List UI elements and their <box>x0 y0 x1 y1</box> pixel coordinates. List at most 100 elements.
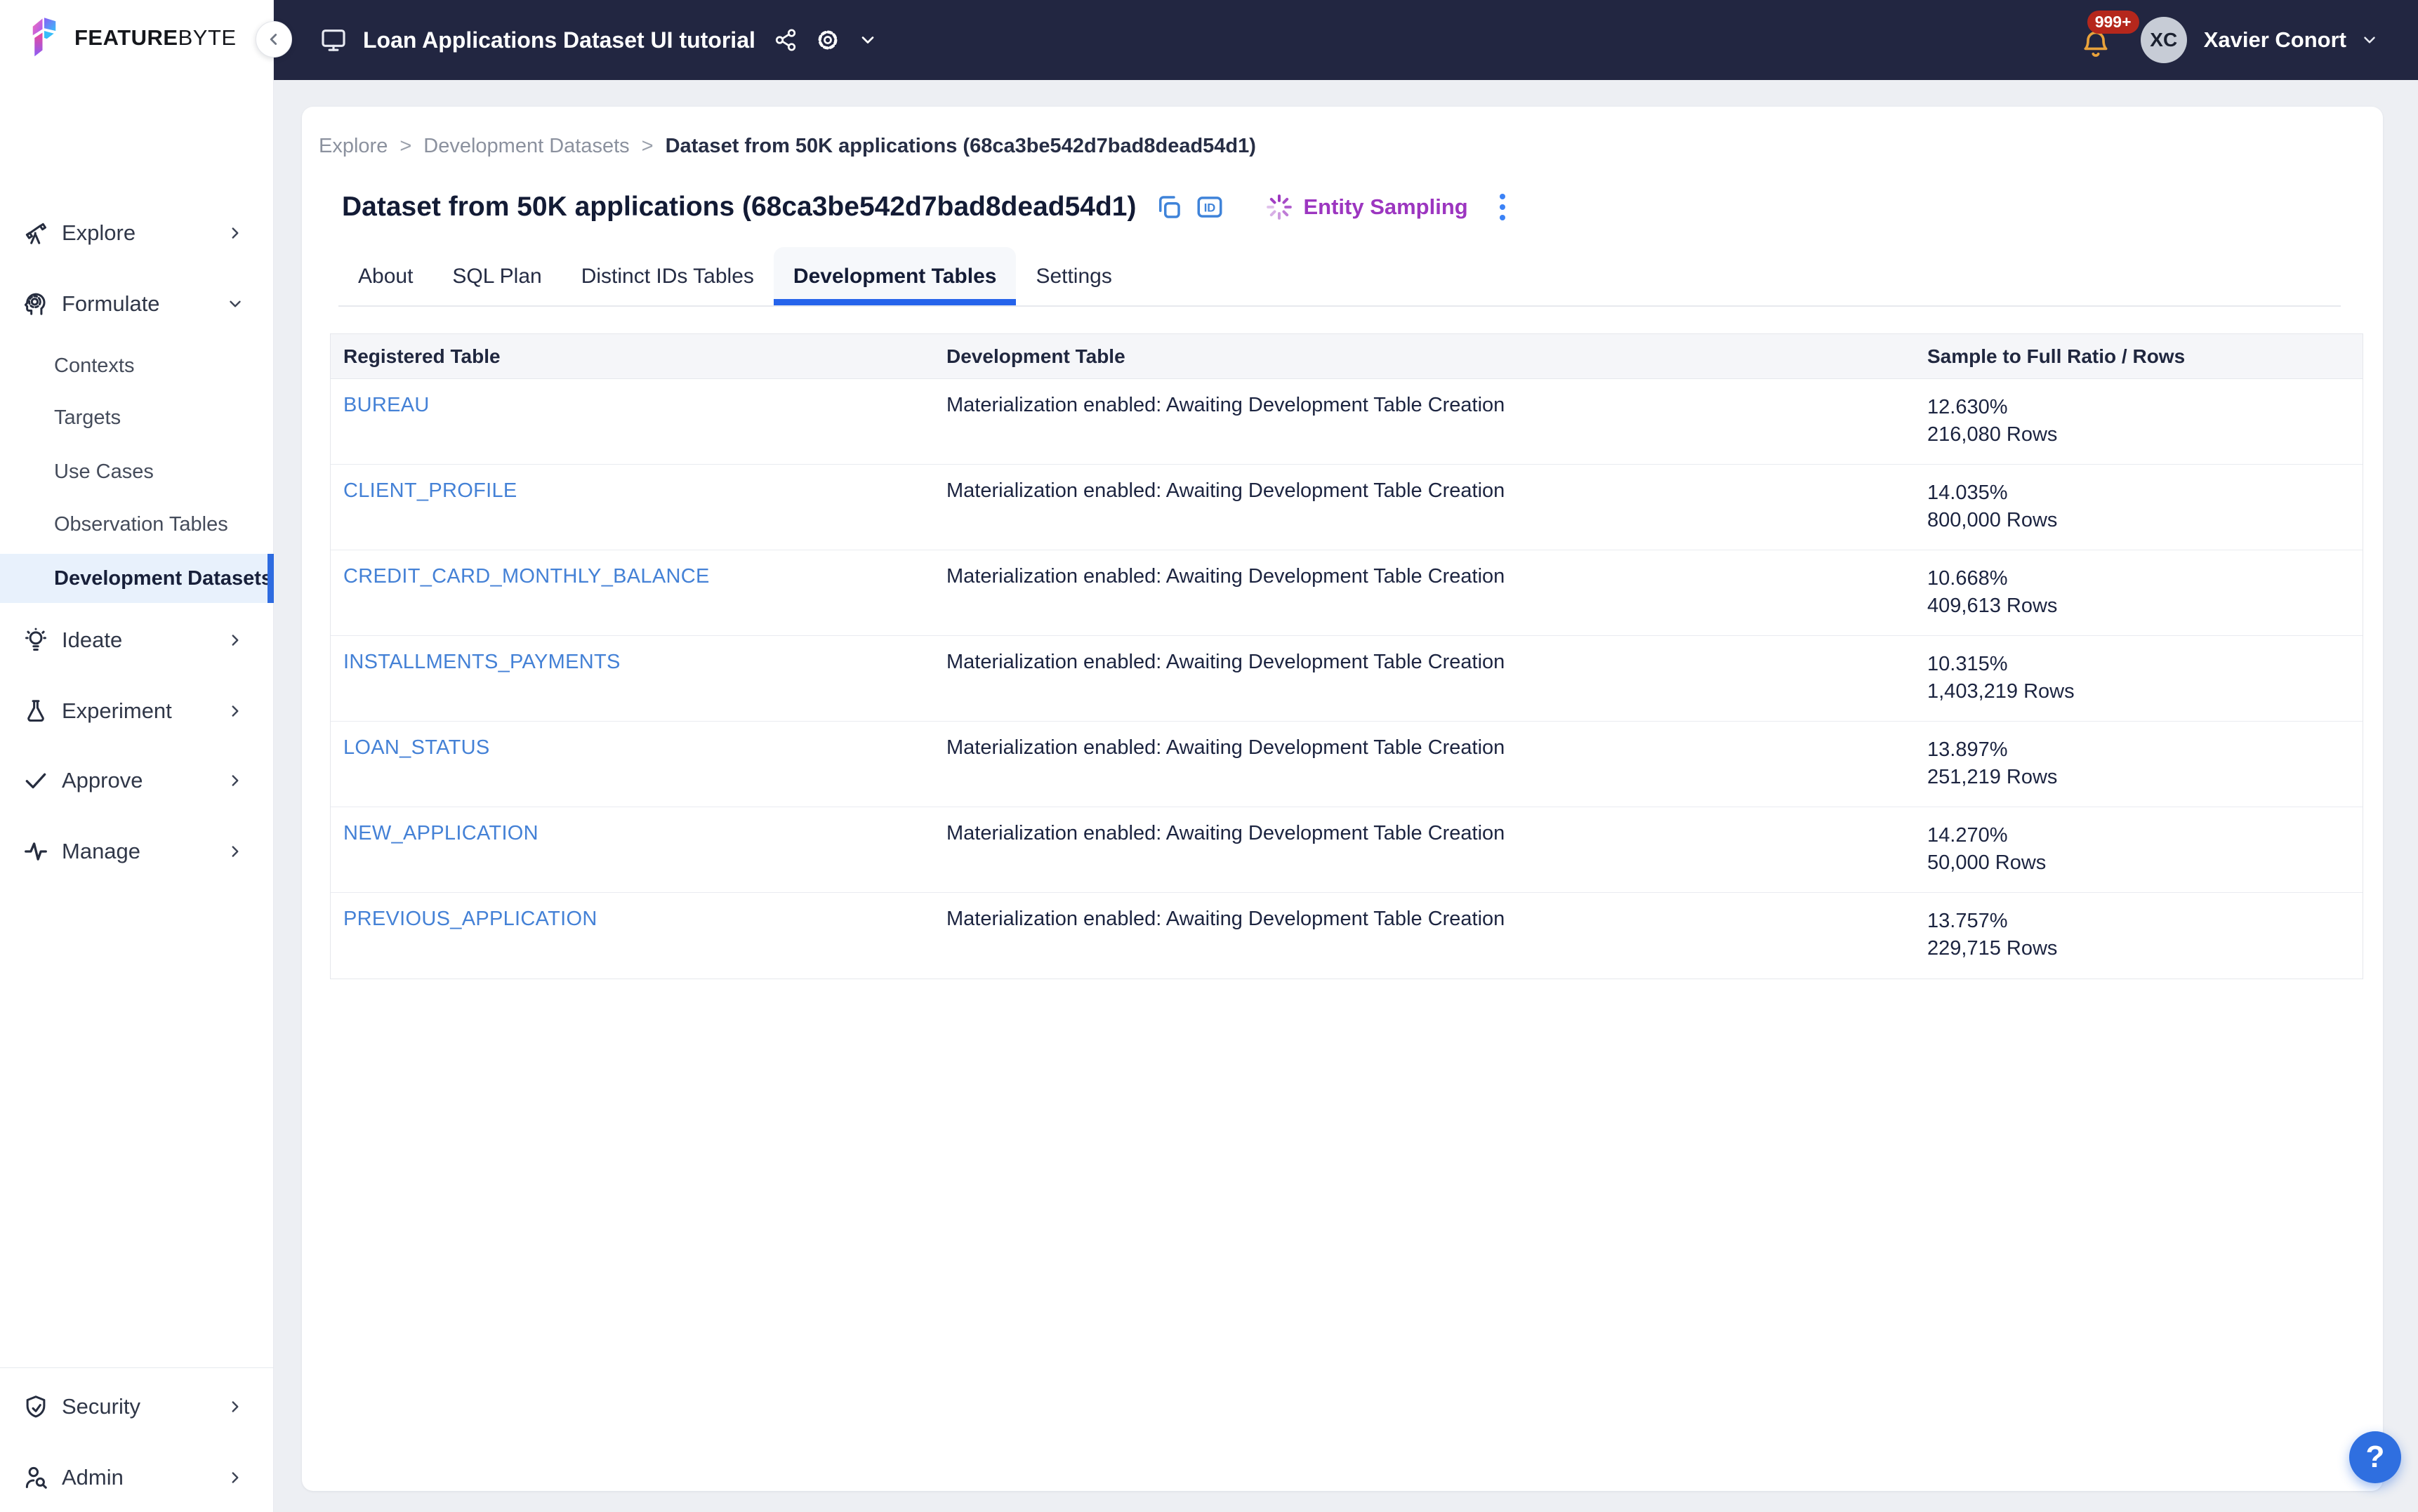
tab-distinct-ids-tables[interactable]: Distinct IDs Tables <box>562 247 774 305</box>
sidebar-item-formulate[interactable]: Formulate <box>0 279 274 329</box>
registered-table-link[interactable]: INSTALLMENTS_PAYMENTS <box>343 651 621 673</box>
development-table-status: Materialization enabled: Awaiting Develo… <box>946 394 1927 417</box>
tab-sql-plan[interactable]: SQL Plan <box>432 247 561 305</box>
workspace-menu-button[interactable] <box>858 28 882 52</box>
entity-sampling-label: Entity Sampling <box>1303 194 1467 220</box>
column-development-table: Development Table <box>946 345 1927 368</box>
user-search-icon <box>22 1464 49 1491</box>
sidebar-item-development-datasets[interactable]: Development Datasets <box>0 554 274 603</box>
settings-button[interactable] <box>816 28 840 52</box>
registered-table-link[interactable]: CLIENT_PROFILE <box>343 479 517 502</box>
row-count: 229,715 Rows <box>1927 937 2057 960</box>
sidebar-collapse-button[interactable] <box>256 21 292 58</box>
avatar[interactable]: XC <box>2141 17 2187 63</box>
development-table-status: Materialization enabled: Awaiting Develo… <box>946 736 1927 760</box>
sample-ratio: 10.668% <box>1927 567 2008 590</box>
sample-ratio: 12.630% <box>1927 396 2008 418</box>
spinner-icon <box>1265 193 1293 221</box>
check-icon <box>22 767 49 794</box>
breadcrumb-separator: > <box>399 135 411 158</box>
share-button[interactable] <box>774 28 798 52</box>
registered-table-link[interactable]: PREVIOUS_APPLICATION <box>343 908 597 930</box>
chevron-down-icon <box>858 30 878 50</box>
development-table-status: Materialization enabled: Awaiting Develo… <box>946 822 1927 845</box>
activity-icon <box>22 838 49 865</box>
registered-table-link[interactable]: NEW_APPLICATION <box>343 822 539 844</box>
registered-table-link[interactable]: CREDIT_CARD_MONTHLY_BALANCE <box>343 565 710 588</box>
tab-settings[interactable]: Settings <box>1016 247 1131 305</box>
chevron-right-icon <box>226 224 244 242</box>
table-row: PREVIOUS_APPLICATION Materialization ena… <box>331 893 2363 979</box>
table-row: CLIENT_PROFILE Materialization enabled: … <box>331 465 2363 550</box>
id-icon: ID <box>1195 192 1224 222</box>
topbar-right: 999+ XC Xavier Conort <box>2080 17 2379 63</box>
sidebar-item-observation-tables[interactable]: Observation Tables <box>0 500 274 549</box>
notifications-button[interactable]: 999+ <box>2080 20 2114 60</box>
row-count: 800,000 Rows <box>1927 509 2057 531</box>
breadcrumb-explore[interactable]: Explore <box>319 135 388 158</box>
row-count: 50,000 Rows <box>1927 851 2046 874</box>
chevron-left-icon <box>265 30 283 48</box>
flask-icon <box>22 698 49 724</box>
copy-icon <box>1154 192 1184 222</box>
sample-ratio: 13.757% <box>1927 910 2008 932</box>
active-item-indicator <box>267 554 274 603</box>
entity-sampling-button[interactable]: Entity Sampling <box>1265 193 1467 221</box>
workspace-title: Loan Applications Dataset UI tutorial <box>363 27 755 53</box>
sidebar-item-use-cases[interactable]: Use Cases <box>0 447 274 496</box>
development-tables-table: Registered Table Development Table Sampl… <box>330 333 2363 979</box>
help-button[interactable]: ? <box>2349 1431 2401 1483</box>
sidebar-item-approve[interactable]: Approve <box>0 756 274 805</box>
more-actions-button[interactable] <box>1496 191 1509 223</box>
table-row: INSTALLMENTS_PAYMENTS Materialization en… <box>331 636 2363 722</box>
table-row: LOAN_STATUS Materialization enabled: Awa… <box>331 722 2363 807</box>
user-name[interactable]: Xavier Conort <box>2204 27 2346 53</box>
user-menu-button[interactable] <box>2360 31 2379 49</box>
registered-table-link[interactable]: LOAN_STATUS <box>343 736 490 759</box>
notification-badge: 999+ <box>2087 11 2139 34</box>
sample-ratio: 14.035% <box>1927 482 2008 504</box>
sidebar-item-ideate[interactable]: Ideate <box>0 616 274 665</box>
chevron-down-icon <box>226 295 244 313</box>
sidebar-item-admin[interactable]: Admin <box>0 1453 274 1502</box>
chevron-right-icon <box>226 1468 244 1487</box>
gear-icon <box>816 28 840 52</box>
table-row: CREDIT_CARD_MONTHLY_BALANCE Materializat… <box>331 550 2363 636</box>
main-content-card: Explore > Development Datasets > Dataset… <box>302 107 2383 1491</box>
svg-text:ID: ID <box>1204 201 1216 215</box>
column-sample-ratio: Sample to Full Ratio / Rows <box>1927 345 2363 368</box>
tab-about[interactable]: About <box>338 247 432 305</box>
row-count: 1,403,219 Rows <box>1927 680 2075 703</box>
sidebar-item-experiment[interactable]: Experiment <box>0 687 274 736</box>
kebab-icon <box>1496 191 1509 223</box>
chevron-right-icon <box>226 842 244 861</box>
tab-development-tables[interactable]: Development Tables <box>774 247 1017 305</box>
sample-ratio: 13.897% <box>1927 738 2008 761</box>
row-count: 216,080 Rows <box>1927 423 2057 446</box>
sidebar: FEATUREBYTE Explore Formulate Context <box>0 0 274 1512</box>
sidebar-item-contexts[interactable]: Contexts <box>0 341 274 390</box>
sidebar-item-targets[interactable]: Targets <box>0 393 274 442</box>
breadcrumb: Explore > Development Datasets > Dataset… <box>319 135 1256 158</box>
development-table-status: Materialization enabled: Awaiting Develo… <box>946 908 1927 931</box>
sidebar-item-security[interactable]: Security <box>0 1382 274 1431</box>
sidebar-divider <box>0 1367 274 1368</box>
copy-id-button[interactable]: ID <box>1195 192 1224 222</box>
sidebar-item-explore[interactable]: Explore <box>0 208 274 258</box>
head-gear-icon <box>22 291 49 317</box>
breadcrumb-development-datasets[interactable]: Development Datasets <box>423 135 629 158</box>
row-count: 251,219 Rows <box>1927 766 2057 788</box>
registered-table-link[interactable]: BUREAU <box>343 394 430 416</box>
chevron-down-icon <box>2360 31 2379 49</box>
monitor-icon <box>319 26 348 54</box>
brand-byte: BYTE <box>178 25 237 50</box>
copy-name-button[interactable] <box>1154 192 1184 222</box>
featurebyte-logo-icon <box>29 17 66 59</box>
page-title: Dataset from 50K applications (68ca3be54… <box>342 192 1136 223</box>
chevron-right-icon <box>226 702 244 720</box>
page-title-row: Dataset from 50K applications (68ca3be54… <box>342 191 1509 223</box>
chevron-right-icon <box>226 1398 244 1416</box>
share-icon <box>774 28 798 52</box>
sidebar-item-manage[interactable]: Manage <box>0 827 274 876</box>
featurebyte-logo[interactable]: FEATUREBYTE <box>29 17 237 59</box>
